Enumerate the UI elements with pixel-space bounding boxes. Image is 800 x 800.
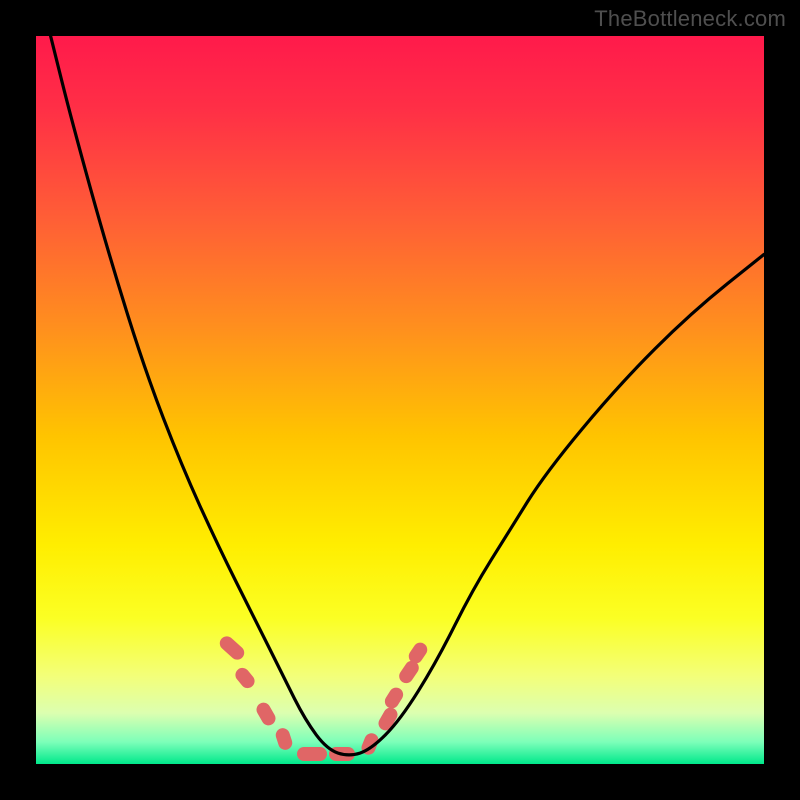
curve-marker — [376, 705, 400, 733]
curve-marker — [297, 747, 327, 761]
chart-frame: TheBottleneck.com — [0, 0, 800, 800]
curve-marker — [217, 633, 247, 662]
curve-marker — [254, 700, 278, 728]
curve-marker — [274, 726, 294, 751]
curve-path — [51, 36, 764, 755]
curve-marker — [233, 665, 258, 691]
curve-marker — [382, 685, 406, 711]
attribution-label: TheBottleneck.com — [594, 6, 786, 32]
plot-area — [36, 36, 764, 764]
bottleneck-curve — [36, 36, 764, 764]
